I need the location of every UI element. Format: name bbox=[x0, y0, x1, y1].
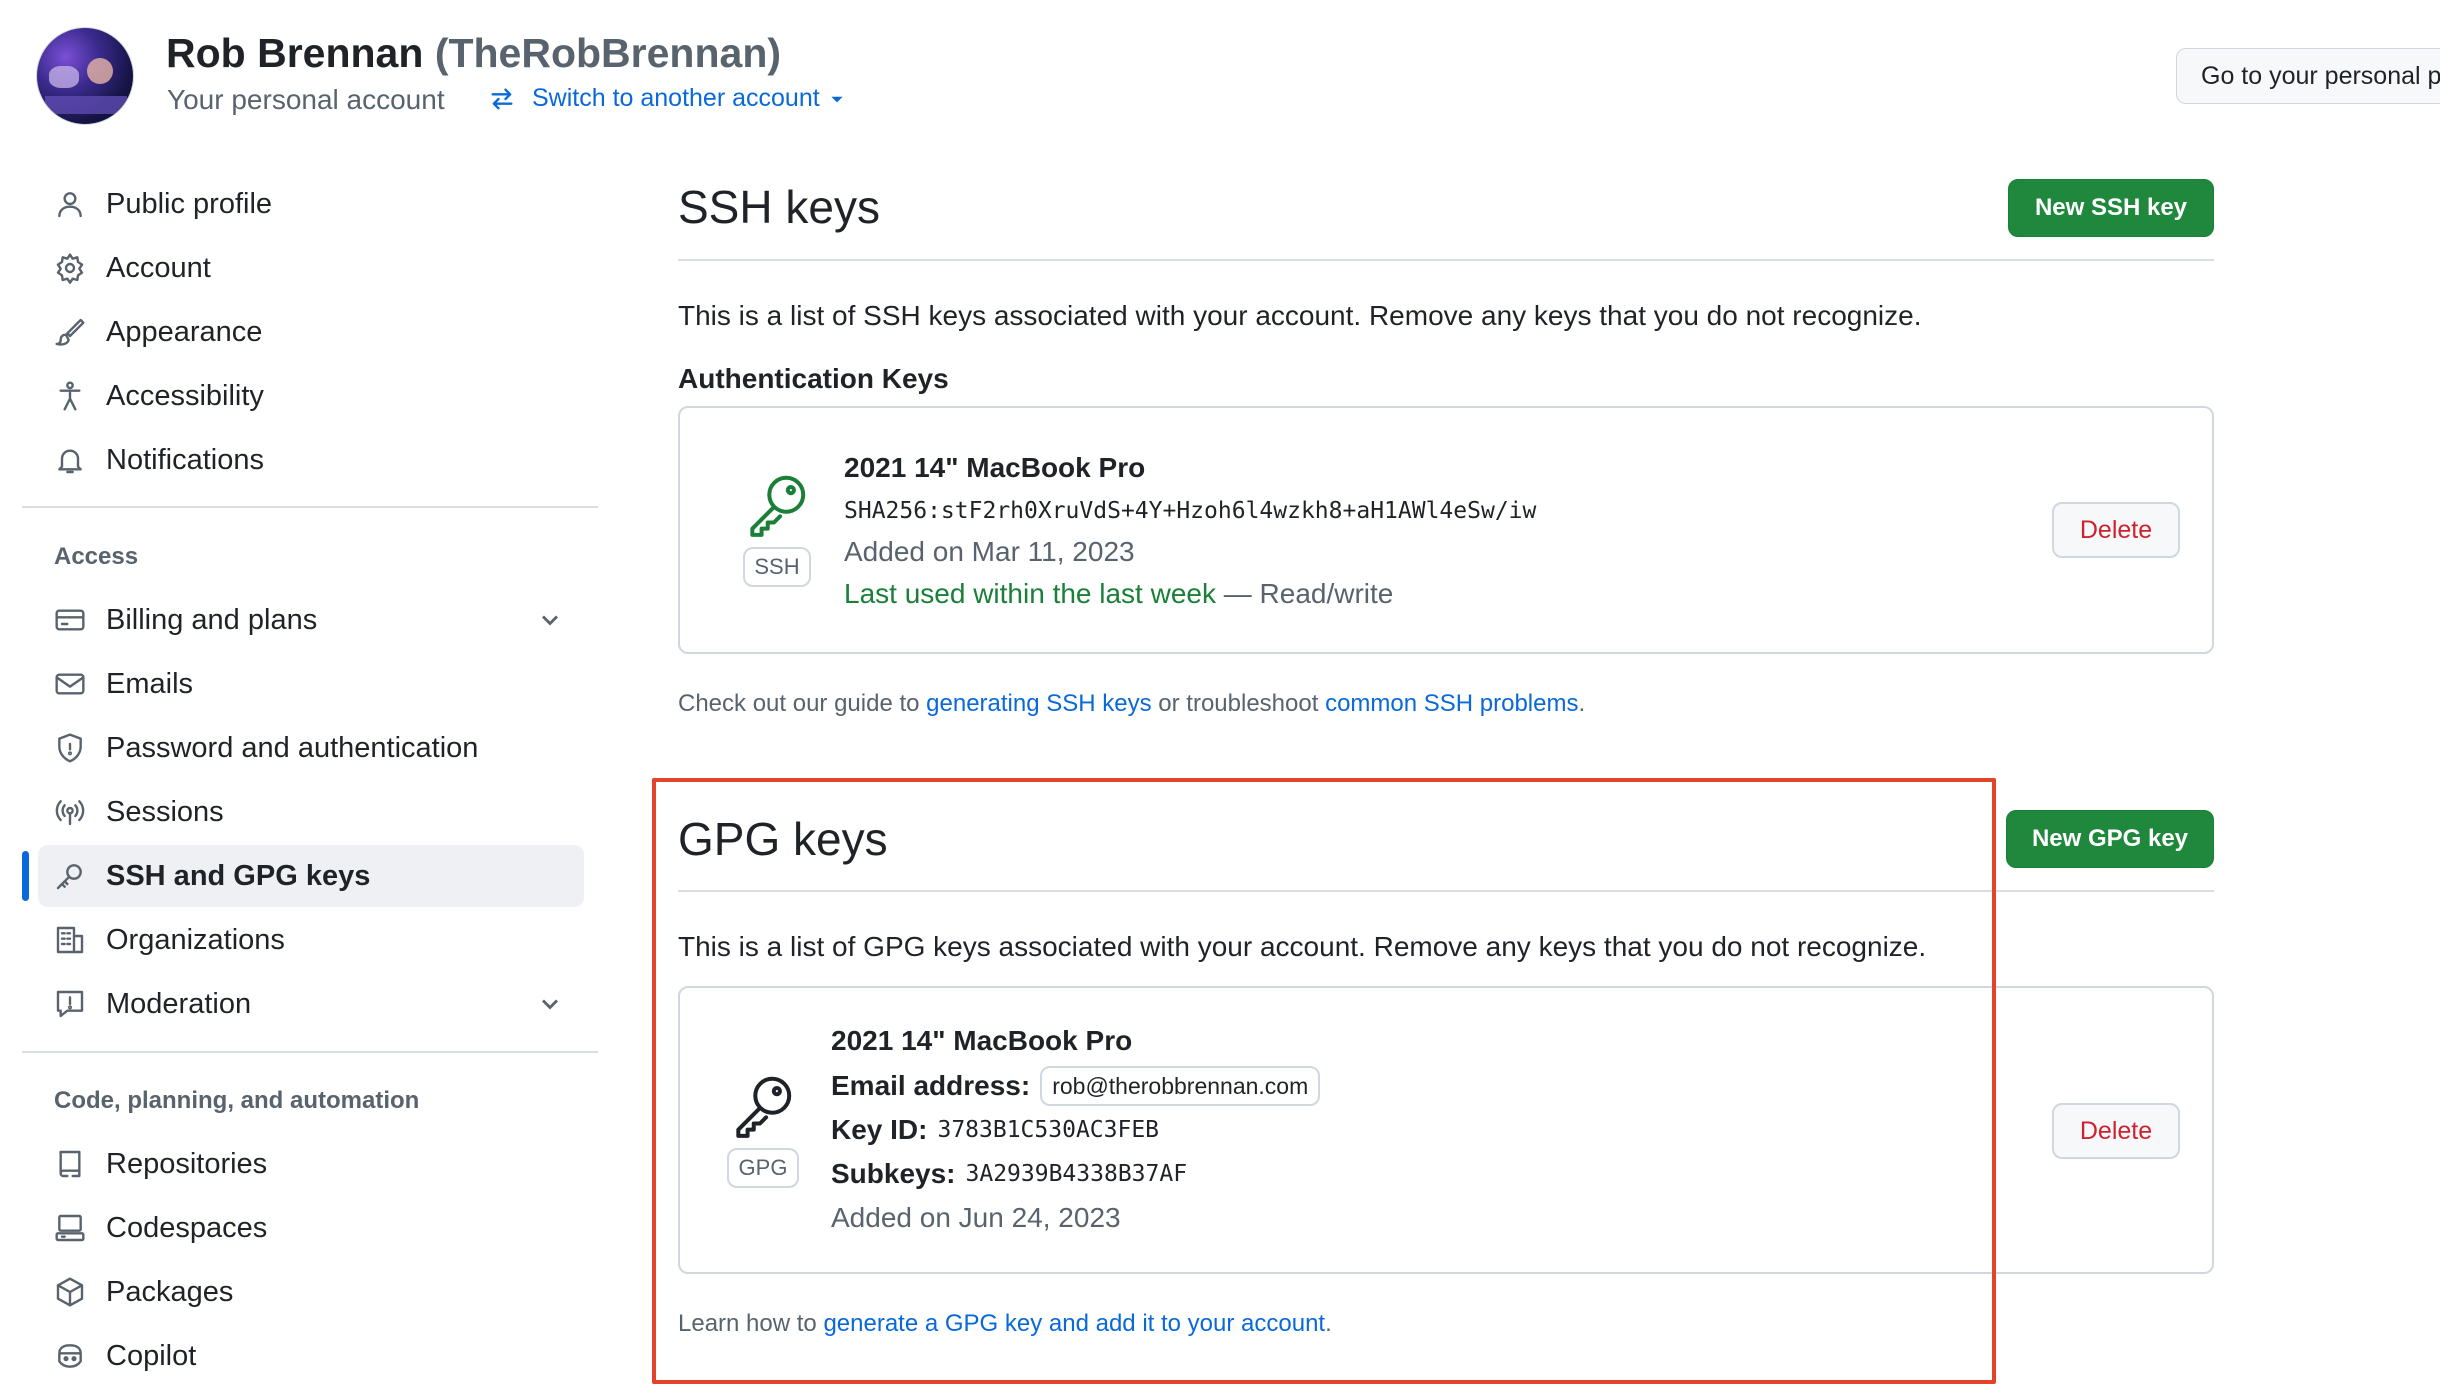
ssh-badge: SSH bbox=[743, 547, 811, 587]
sidebar-item-organizations[interactable]: Organizations bbox=[38, 909, 584, 971]
ssh-key-fingerprint: SHA256:stF2rh0XruVdS+4Y+Hzoh6l4wzkh8+aH1… bbox=[844, 498, 1537, 524]
switch-account-link[interactable]: Switch to another account bbox=[488, 84, 846, 113]
sidebar-item-emails[interactable]: Emails bbox=[38, 653, 584, 715]
sidebar-item-label: Password and authentication bbox=[106, 731, 479, 764]
ssh-key-added-date: Added on Mar 11, 2023 bbox=[844, 536, 1135, 567]
sidebar-group-code: Code, planning, and automation bbox=[54, 1087, 420, 1114]
ssh-key-card bbox=[678, 406, 2214, 654]
ssh-description: This is a list of SSH keys associated wi… bbox=[678, 300, 1922, 331]
sidebar-item-label: Copilot bbox=[106, 1339, 197, 1372]
key-icon bbox=[750, 475, 806, 537]
paintbrush-icon bbox=[55, 318, 85, 346]
sidebar-item-label: SSH and GPG keys bbox=[106, 859, 371, 892]
sidebar-item-billing[interactable]: Billing and plans bbox=[38, 589, 584, 651]
sidebar-item-account[interactable]: Account bbox=[38, 237, 584, 299]
package-icon bbox=[56, 1277, 84, 1307]
sidebar-item-packages[interactable]: Packages bbox=[38, 1261, 584, 1323]
caret-down-icon bbox=[831, 96, 843, 102]
ssh-guide-prefix: Check out our guide to bbox=[678, 690, 927, 717]
sidebar-item-label: Notifications bbox=[106, 443, 264, 476]
broadcast-icon bbox=[55, 800, 85, 826]
accessibility-icon bbox=[59, 381, 81, 411]
ssh-key-access: — Read/write bbox=[1215, 578, 1394, 609]
ssh-guide-suffix: . bbox=[1578, 690, 1586, 717]
new-ssh-key-button[interactable]: New SSH key bbox=[2008, 179, 2214, 237]
codespaces-icon bbox=[55, 1214, 85, 1242]
sidebar-item-moderation[interactable]: Moderation bbox=[38, 973, 584, 1035]
organization-icon bbox=[56, 926, 84, 954]
sidebar-item-codespaces[interactable]: Codespaces bbox=[38, 1197, 584, 1259]
ssh-key-glyph bbox=[740, 467, 814, 546]
sidebar-group-access: Access bbox=[54, 543, 139, 570]
sidebar-item-label: Packages bbox=[106, 1275, 234, 1308]
sidebar-item-public-profile[interactable]: Public profile bbox=[38, 173, 584, 235]
key-icon bbox=[56, 864, 82, 890]
ssh-guide-text: Check out our guide to generating SSH ke… bbox=[678, 690, 1585, 718]
shield-icon bbox=[58, 733, 82, 763]
authentication-keys-heading: Authentication Keys bbox=[678, 363, 949, 394]
delete-ssh-key-button[interactable]: Delete bbox=[2052, 502, 2180, 558]
account-subtitle: Your personal account bbox=[167, 84, 445, 115]
sidebar-item-label: Codespaces bbox=[106, 1211, 268, 1244]
ssh-keys-heading: SSH keys bbox=[678, 181, 880, 233]
ssh-key-last-used: Last used within the last week bbox=[844, 578, 1216, 609]
ssh-key-usage: Last used within the last week — Read/wr… bbox=[844, 578, 1393, 610]
arrow-switch-icon bbox=[491, 88, 513, 110]
mail-icon bbox=[55, 673, 85, 695]
credit-card-icon bbox=[55, 609, 85, 631]
copilot-icon bbox=[58, 1344, 82, 1368]
sidebar-item-sessions[interactable]: Sessions bbox=[38, 781, 584, 843]
common-ssh-problems-link[interactable]: common SSH problems bbox=[1325, 690, 1578, 717]
repo-icon bbox=[59, 1150, 81, 1178]
section-divider bbox=[678, 259, 2214, 261]
go-to-personal-profile-button[interactable]: Go to your personal profile bbox=[2176, 48, 2440, 104]
sidebar-item-ssh-gpg-keys[interactable]: SSH and GPG keys bbox=[38, 845, 584, 907]
active-indicator bbox=[22, 851, 29, 901]
gear-icon bbox=[56, 253, 84, 284]
chevron-down-icon[interactable] bbox=[536, 606, 564, 634]
sidebar-item-label: Public profile bbox=[106, 187, 273, 220]
sidebar-item-label: Appearance bbox=[106, 315, 263, 348]
highlight-box bbox=[652, 778, 1996, 1384]
sidebar-item-appearance[interactable]: Appearance bbox=[38, 301, 584, 363]
ssh-guide-middle: or troubleshoot bbox=[1151, 690, 1326, 717]
sidebar-item-notifications[interactable]: Notifications bbox=[38, 429, 584, 491]
sidebar-item-label: Accessibility bbox=[106, 379, 264, 412]
account-handle: (TheRobBrennan) bbox=[434, 30, 782, 76]
sidebar-item-label: Repositories bbox=[106, 1147, 268, 1180]
avatar[interactable] bbox=[36, 27, 134, 125]
new-gpg-key-button[interactable]: New GPG key bbox=[2006, 810, 2214, 868]
account-display-name: Rob Brennan bbox=[166, 30, 424, 76]
sidebar-divider bbox=[22, 506, 598, 508]
account-name: Rob Brennan (TheRobBrennan) bbox=[166, 30, 781, 77]
bell-icon bbox=[58, 449, 82, 474]
sidebar-item-label: Organizations bbox=[106, 923, 285, 956]
sidebar-divider bbox=[22, 1051, 598, 1053]
sidebar-item-password-authentication[interactable]: Password and authentication bbox=[38, 717, 584, 779]
generating-ssh-keys-link[interactable]: generating SSH keys bbox=[926, 690, 1151, 717]
ssh-key-title: 2021 14" MacBook Pro bbox=[844, 452, 1146, 483]
delete-gpg-key-button[interactable]: Delete bbox=[2052, 1103, 2180, 1159]
sidebar-item-label: Sessions bbox=[106, 795, 224, 828]
report-icon bbox=[56, 990, 84, 1018]
sidebar-item-label: Emails bbox=[106, 667, 194, 700]
sidebar-item-label: Account bbox=[106, 251, 211, 284]
sidebar-item-repositories[interactable]: Repositories bbox=[38, 1133, 584, 1195]
chevron-down-icon[interactable] bbox=[536, 990, 564, 1018]
sidebar-item-label: Moderation bbox=[106, 987, 252, 1020]
switch-account-label: Switch to another account bbox=[532, 84, 820, 112]
sidebar-item-copilot[interactable]: Copilot bbox=[38, 1325, 584, 1387]
sidebar-item-label: Billing and plans bbox=[106, 603, 318, 636]
person-icon bbox=[58, 192, 82, 218]
sidebar-item-accessibility[interactable]: Accessibility bbox=[38, 365, 584, 427]
